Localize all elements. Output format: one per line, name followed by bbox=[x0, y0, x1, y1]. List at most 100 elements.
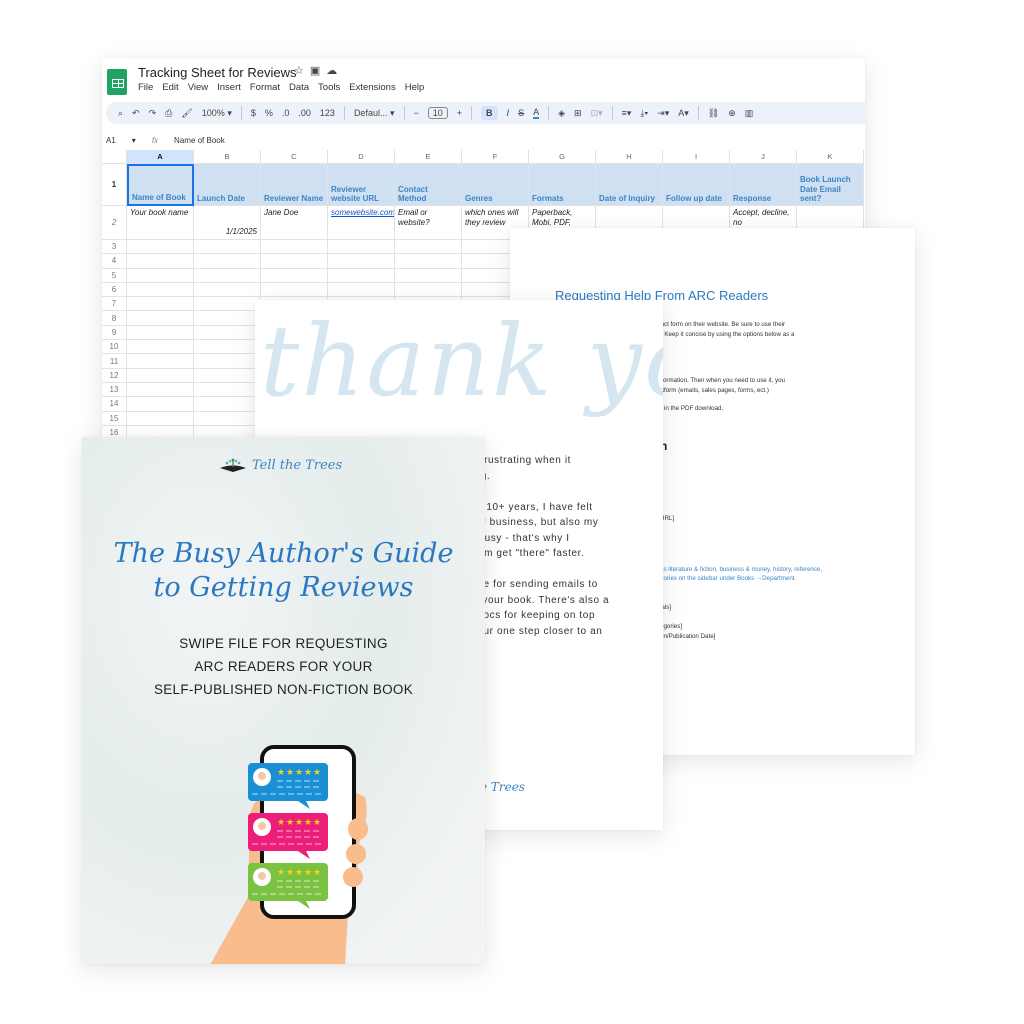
empty-cell[interactable] bbox=[127, 268, 194, 283]
column-header-c[interactable]: C bbox=[261, 150, 328, 164]
cell-reference[interactable]: A1 bbox=[106, 136, 116, 145]
empty-cell[interactable] bbox=[127, 282, 194, 298]
row-number[interactable]: 4 bbox=[102, 254, 127, 269]
data-cell[interactable]: Your book name bbox=[127, 206, 194, 240]
empty-cell[interactable] bbox=[328, 240, 395, 255]
comment-icon[interactable]: ⊕ bbox=[728, 108, 736, 119]
empty-cell[interactable] bbox=[395, 254, 462, 269]
header-cell[interactable]: Reviewer website URL bbox=[328, 164, 395, 206]
data-cell[interactable]: 1/1/2025 bbox=[194, 206, 261, 240]
formula-input[interactable]: Name of Book bbox=[174, 136, 225, 145]
document-title[interactable]: Tracking Sheet for Reviews bbox=[138, 65, 296, 80]
font-size-increase[interactable]: + bbox=[457, 108, 462, 118]
header-cell[interactable]: Follow up date bbox=[663, 164, 730, 206]
column-header-j[interactable]: J bbox=[730, 150, 797, 164]
menu-tools[interactable]: Tools bbox=[318, 82, 340, 93]
borders-icon[interactable]: ⊞ bbox=[574, 108, 582, 119]
row-number[interactable]: 11 bbox=[102, 354, 127, 369]
chevron-down-icon[interactable]: ▾ bbox=[132, 136, 136, 145]
empty-cell[interactable] bbox=[127, 325, 194, 341]
empty-cell[interactable] bbox=[127, 368, 194, 383]
cloud-icon[interactable]: ☁ bbox=[326, 65, 343, 77]
percent-button[interactable]: % bbox=[265, 108, 273, 118]
header-cell[interactable]: Contact Method bbox=[395, 164, 462, 206]
select-all-corner[interactable] bbox=[102, 150, 127, 164]
font-size-input[interactable]: 10 bbox=[427, 107, 448, 119]
row-number[interactable]: 5 bbox=[102, 268, 127, 283]
menu-edit[interactable]: Edit bbox=[162, 82, 178, 93]
empty-cell[interactable] bbox=[261, 268, 328, 283]
header-cell[interactable]: Reviewer Name bbox=[261, 164, 328, 206]
currency-button[interactable]: $ bbox=[251, 108, 256, 118]
font-size-decrease[interactable]: − bbox=[414, 108, 419, 118]
row-number[interactable]: 7 bbox=[102, 297, 127, 312]
header-cell[interactable]: Response bbox=[730, 164, 797, 206]
empty-cell[interactable] bbox=[194, 354, 261, 369]
column-header-d[interactable]: D bbox=[328, 150, 395, 164]
menu-extensions[interactable]: Extensions bbox=[349, 82, 395, 93]
empty-cell[interactable] bbox=[194, 382, 261, 398]
data-cell[interactable]: Jane Doe bbox=[261, 206, 328, 240]
column-header-a[interactable]: A bbox=[127, 150, 194, 164]
empty-cell[interactable] bbox=[127, 397, 194, 412]
empty-cell[interactable] bbox=[127, 311, 194, 326]
menu-file[interactable]: File bbox=[138, 82, 153, 93]
fill-color-icon[interactable]: ◈ bbox=[558, 108, 565, 119]
empty-cell[interactable] bbox=[127, 297, 194, 312]
empty-cell[interactable] bbox=[261, 254, 328, 269]
text-color-button[interactable]: A bbox=[533, 107, 540, 119]
column-header-h[interactable]: H bbox=[596, 150, 663, 164]
column-header-g[interactable]: G bbox=[529, 150, 596, 164]
italic-button[interactable]: I bbox=[507, 108, 510, 118]
header-cell[interactable]: Formats bbox=[529, 164, 596, 206]
column-header-i[interactable]: I bbox=[663, 150, 730, 164]
column-header-k[interactable]: K bbox=[797, 150, 864, 164]
column-header-f[interactable]: F bbox=[462, 150, 529, 164]
empty-cell[interactable] bbox=[395, 240, 462, 255]
empty-cell[interactable] bbox=[194, 282, 261, 298]
menu-format[interactable]: Format bbox=[250, 82, 280, 93]
number-format-button[interactable]: 123 bbox=[320, 108, 335, 118]
empty-cell[interactable] bbox=[127, 254, 194, 269]
menu-view[interactable]: View bbox=[188, 82, 208, 93]
row-number[interactable]: 14 bbox=[102, 397, 127, 412]
zoom-select[interactable]: 100% ▾ bbox=[202, 108, 232, 119]
data-cell[interactable]: somewebsite.com bbox=[328, 206, 395, 240]
row-number[interactable]: 2 bbox=[102, 206, 127, 240]
empty-cell[interactable] bbox=[194, 254, 261, 269]
empty-cell[interactable] bbox=[194, 340, 261, 355]
font-select[interactable]: Defaul... ▾ bbox=[354, 108, 395, 119]
empty-cell[interactable] bbox=[194, 325, 261, 341]
print-icon[interactable]: ⎙ bbox=[165, 108, 172, 119]
column-header-b[interactable]: B bbox=[194, 150, 261, 164]
empty-cell[interactable] bbox=[194, 368, 261, 383]
text-rotate-icon[interactable]: A▾ bbox=[678, 108, 689, 119]
row-number[interactable]: 1 bbox=[102, 164, 127, 206]
empty-cell[interactable] bbox=[127, 382, 194, 398]
menu-data[interactable]: Data bbox=[289, 82, 309, 93]
empty-cell[interactable] bbox=[194, 411, 261, 426]
empty-cell[interactable] bbox=[194, 397, 261, 412]
empty-cell[interactable] bbox=[127, 411, 194, 426]
header-cell[interactable]: Date of Inquiry bbox=[596, 164, 663, 206]
empty-cell[interactable] bbox=[127, 354, 194, 369]
header-cell[interactable]: Launch Date bbox=[194, 164, 261, 206]
row-number[interactable]: 3 bbox=[102, 240, 127, 255]
row-number[interactable]: 10 bbox=[102, 340, 127, 355]
decrease-decimal-button[interactable]: .0 bbox=[282, 108, 290, 118]
empty-cell[interactable] bbox=[194, 240, 261, 255]
align-horizontal-icon[interactable]: ≡▾ bbox=[622, 108, 632, 119]
row-number[interactable]: 15 bbox=[102, 411, 127, 426]
redo-icon[interactable]: ↷ bbox=[149, 108, 157, 119]
header-cell[interactable]: Name of Book bbox=[127, 164, 194, 206]
star-icon[interactable]: ☆ bbox=[294, 65, 310, 77]
merge-cells-icon[interactable]: ⊡▾ bbox=[591, 108, 603, 119]
menu-help[interactable]: Help bbox=[405, 82, 425, 93]
undo-icon[interactable]: ↶ bbox=[132, 108, 140, 119]
folder-icon[interactable]: ▣ bbox=[310, 65, 326, 77]
row-number[interactable]: 12 bbox=[102, 368, 127, 383]
reviewer-url-link[interactable]: somewebsite.com bbox=[331, 208, 394, 217]
menu-insert[interactable]: Insert bbox=[217, 82, 241, 93]
chart-icon[interactable]: ▥ bbox=[745, 108, 754, 119]
row-number[interactable]: 9 bbox=[102, 325, 127, 341]
